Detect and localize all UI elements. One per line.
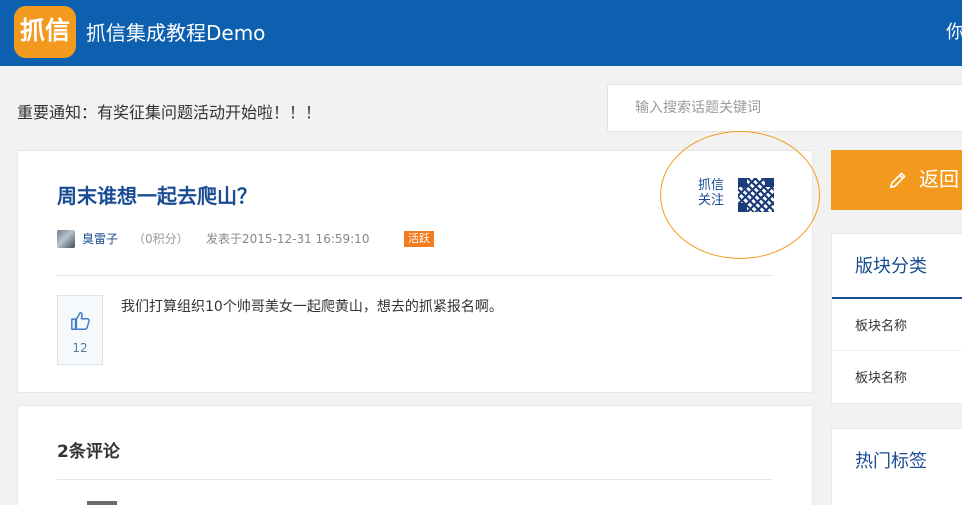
search-box[interactable] (607, 84, 962, 132)
comments-divider (57, 479, 773, 480)
qr-code-icon (738, 178, 774, 212)
category-panel-title: 版块分类 (855, 256, 927, 277)
author-points: （0积分） (133, 232, 189, 246)
category-separator (832, 350, 962, 351)
comment-avatar[interactable] (87, 501, 117, 505)
qr-follow-widget[interactable]: 抓信 关注 (660, 131, 820, 259)
like-count: 12 (72, 341, 88, 355)
post-divider (57, 275, 773, 276)
search-input[interactable] (608, 85, 962, 131)
pencil-icon (889, 172, 906, 189)
author-name[interactable]: 臭雷子 (82, 228, 118, 250)
comments-title: 2条评论 (57, 442, 120, 462)
notice-banner[interactable]: 重要通知：有奖征集问题活动开始啦！！！ (17, 102, 321, 124)
category-item[interactable]: 板块名称 (855, 370, 907, 388)
category-panel: 版块分类 板块名称 板块名称 (831, 233, 962, 404)
category-item[interactable]: 板块名称 (855, 318, 907, 336)
like-button[interactable]: 12 (57, 295, 103, 365)
post-timestamp: 发表于2015-12-31 16:59:10 (206, 232, 370, 246)
post-body: 我们打算组织10个帅哥美女一起爬黄山，想去的抓紧报名啊。 (121, 299, 503, 315)
thumbs-up-icon (71, 312, 90, 330)
logo-text: 抓信 (19, 16, 70, 45)
back-label: 返回 (919, 169, 959, 191)
user-greeting[interactable]: 你 (946, 20, 962, 46)
qr-caption: 抓信 关注 (698, 178, 724, 208)
qr-caption-line2: 关注 (698, 193, 725, 208)
top-navbar: 抓信 抓信集成教程Demo 你 (0, 0, 962, 66)
hot-tags-panel: 热门标签 (831, 428, 962, 505)
post-title[interactable]: 周末谁想一起去爬山？ (57, 182, 257, 210)
comments-card: 2条评论 (17, 405, 813, 505)
status-badge: 活跃 (404, 231, 434, 247)
app-logo[interactable]: 抓信 (14, 6, 76, 58)
panel-underline (832, 297, 962, 299)
hot-tags-title: 热门标签 (855, 451, 927, 472)
qr-caption-line1: 抓信 (698, 178, 725, 193)
author-avatar[interactable] (57, 230, 75, 248)
back-button[interactable]: 返回 (831, 150, 962, 210)
app-title[interactable]: 抓信集成教程Demo (86, 20, 265, 46)
